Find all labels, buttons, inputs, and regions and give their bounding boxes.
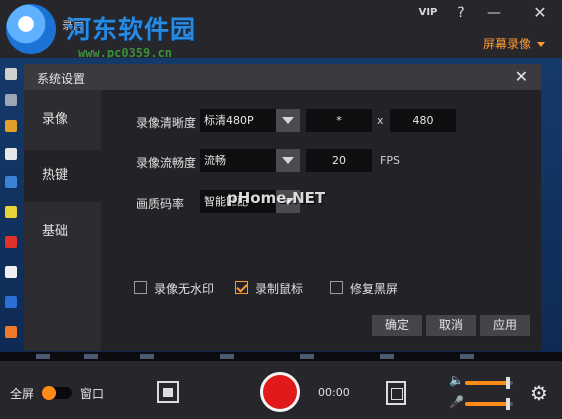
ok-button[interactable]: 确定	[372, 315, 422, 336]
mic-slider[interactable]	[465, 398, 513, 410]
watermark-title: 河东软件园	[66, 15, 197, 44]
video-list-icon[interactable]	[386, 381, 406, 405]
microphone-icon[interactable]: 🎤	[449, 395, 464, 409]
nav-item-basic[interactable]: 基础	[24, 206, 101, 258]
control-bar: 全屏 窗口 00:00 🔈 🎤 ⚙	[0, 361, 562, 419]
dialog-title: 系统设置	[37, 72, 86, 86]
desktop-icon	[5, 68, 17, 80]
bitrate-label: 画质码率	[136, 197, 185, 211]
record-button[interactable]	[260, 372, 300, 412]
clarity-label: 录像清晰度	[136, 116, 197, 130]
checkbox-box[interactable]	[330, 281, 343, 294]
taskbar-app	[380, 354, 394, 359]
app-logo	[6, 4, 56, 54]
taskbar-app	[220, 354, 234, 359]
dialog-header: 系统设置 ✕	[24, 64, 541, 90]
checkbox-label: 录像无水印	[154, 282, 215, 296]
desktop-icon	[5, 296, 17, 308]
region-select-icon[interactable]	[157, 381, 179, 403]
speaker-icon[interactable]: 🔈	[449, 373, 464, 387]
size-separator: x	[377, 114, 384, 127]
settings-nav: 录像 热键 基础	[24, 90, 101, 351]
cancel-button[interactable]: 取消	[426, 315, 476, 336]
desktop-icon	[5, 326, 17, 338]
fullscreen-label[interactable]: 全屏	[10, 385, 34, 402]
fps-unit: FPS	[380, 154, 400, 167]
fps-input[interactable]: 20	[306, 149, 372, 172]
clarity-value: 标清480P	[204, 114, 254, 127]
close-icon[interactable]: ✕	[532, 4, 548, 22]
clarity-select[interactable]: 标清480P	[200, 109, 300, 132]
record-timer: 00:00	[318, 386, 350, 399]
dialog-close-icon[interactable]: ✕	[515, 67, 528, 86]
help-icon[interactable]: ?	[454, 4, 468, 22]
vip-icon[interactable]: VIP	[418, 4, 438, 22]
desktop-icon	[5, 206, 17, 218]
desktop-icon	[5, 148, 17, 160]
chevron-down-icon[interactable]	[276, 109, 300, 132]
checkbox-fix-black-screen[interactable]: 修复黑屏	[330, 280, 398, 297]
volume-slider[interactable]	[465, 377, 513, 389]
gear-icon[interactable]: ⚙	[530, 381, 548, 405]
chevron-down-icon[interactable]	[276, 149, 300, 172]
width-input[interactable]: *	[306, 109, 372, 132]
desktop-icon	[5, 120, 17, 132]
volume-thumb[interactable]	[506, 377, 511, 389]
watermark-overlay: pHome.NET	[227, 189, 326, 207]
desktop-icon	[5, 236, 17, 248]
capture-mode-toggle[interactable]	[42, 386, 72, 400]
chevron-down-icon	[537, 42, 546, 47]
taskbar-app	[460, 354, 474, 359]
title-bar: 录屏 河东软件园 www.pc0359.cn VIP ? — ✕ 屏幕录像	[0, 0, 562, 60]
settings-content: 录像清晰度 标清480P * x 480 录像流畅度 流畅 20 FPS 画质码…	[101, 90, 541, 351]
checkbox-label: 修复黑屏	[350, 282, 399, 296]
fluency-label: 录像流畅度	[136, 156, 197, 170]
nav-item-hotkey[interactable]: 热键	[24, 150, 101, 202]
window-label[interactable]: 窗口	[80, 385, 104, 402]
checkbox-box[interactable]	[235, 281, 248, 294]
toggle-knob[interactable]	[42, 386, 56, 400]
settings-dialog: 系统设置 ✕ 录像 热键 基础 录像清晰度 标清480P * x 480 录像流…	[24, 64, 541, 351]
checkbox-no-watermark[interactable]: 录像无水印	[134, 280, 214, 297]
mic-fill	[465, 402, 509, 406]
taskbar-app	[300, 354, 314, 359]
fluency-value: 流畅	[204, 154, 226, 167]
checkbox-record-mouse[interactable]: 录制鼠标	[235, 280, 303, 297]
mic-thumb[interactable]	[506, 398, 511, 410]
nav-item-record[interactable]: 录像	[24, 94, 101, 146]
minimize-icon[interactable]: —	[487, 4, 501, 22]
taskbar-app	[140, 354, 154, 359]
apply-button[interactable]: 应用	[480, 315, 530, 336]
height-input[interactable]: 480	[390, 109, 456, 132]
checkbox-label: 录制鼠标	[255, 282, 304, 296]
taskbar-app	[36, 354, 50, 359]
volume-fill	[465, 381, 509, 385]
checkbox-box[interactable]	[134, 281, 147, 294]
record-mode-label: 屏幕录像	[483, 37, 532, 51]
taskbar-app	[84, 354, 98, 359]
desktop-icon	[5, 266, 17, 278]
fluency-select[interactable]: 流畅	[200, 149, 300, 172]
record-mode-dropdown[interactable]: 屏幕录像	[483, 35, 546, 52]
desktop-icon	[5, 176, 17, 188]
desktop-icon	[5, 94, 17, 106]
